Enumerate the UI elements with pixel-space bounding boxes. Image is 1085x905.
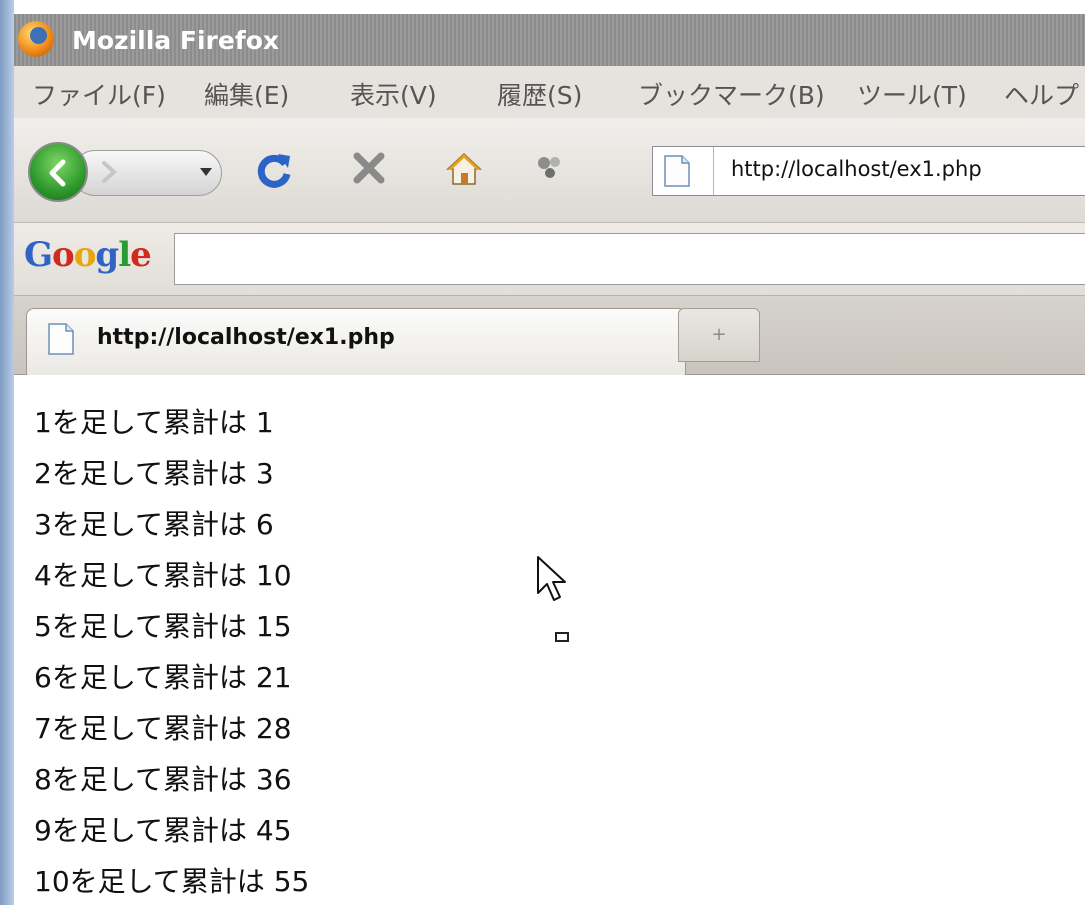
desktop-edge (0, 0, 14, 905)
output-line: 7を足して累計は 28 (34, 712, 292, 745)
window-title: Mozilla Firefox (72, 26, 279, 55)
cursor-tooltip-box (555, 632, 569, 642)
back-button[interactable] (28, 142, 88, 202)
output-line: 2を足して累計は 3 (34, 457, 274, 490)
output-line: 6を足して累計は 21 (34, 661, 292, 694)
new-tab-button[interactable]: + (678, 308, 760, 362)
menu-bookmarks[interactable]: ブックマーク(B) (638, 76, 825, 112)
browser-window: Mozilla Firefox ファイル(F) 編集(E) 表示(V) 履歴(S… (0, 0, 1085, 905)
tab-page-icon (48, 323, 74, 355)
output-lines: 1を足して累計は 1 2を足して累計は 3 3を足して累計は 6 4を足して累計… (34, 397, 309, 905)
output-line: 9を足して累計は 45 (34, 814, 292, 847)
page-icon (664, 155, 690, 187)
output-line: 10を足して累計は 55 (34, 865, 310, 898)
url-text[interactable]: http://localhost/ex1.php (731, 157, 982, 181)
menu-tools[interactable]: ツール(T) (857, 76, 967, 112)
firefox-logo-icon (18, 21, 54, 57)
home-icon[interactable] (444, 149, 484, 189)
stop-icon[interactable] (349, 148, 389, 188)
tab-bar: http://localhost/ex1.php + (14, 296, 1085, 375)
menu-history[interactable]: 履歴(S) (497, 76, 582, 112)
google-toolbar: Google (14, 223, 1085, 296)
reload-icon[interactable] (254, 150, 294, 190)
output-line: 3を足して累計は 6 (34, 508, 274, 541)
output-line: 4を足して累計は 10 (34, 559, 292, 592)
history-dropdown-icon[interactable] (200, 168, 212, 176)
back-icon (49, 159, 66, 187)
title-bar: Mozilla Firefox (14, 14, 1085, 66)
output-line: 1を足して累計は 1 (34, 406, 274, 439)
tab-title: http://localhost/ex1.php (97, 325, 395, 350)
page-content: 1を足して累計は 1 2を足して累計は 3 3を足して累計は 6 4を足して累計… (14, 375, 1085, 905)
menu-bar: ファイル(F) 編集(E) 表示(V) 履歴(S) ブックマーク(B) ツール(… (14, 66, 1085, 119)
menu-view[interactable]: 表示(V) (350, 76, 437, 112)
addon-icon[interactable] (534, 152, 566, 184)
google-search-input[interactable] (174, 233, 1085, 285)
output-line: 8を足して累計は 36 (34, 763, 292, 796)
menu-help[interactable]: ヘルプ (1004, 76, 1079, 112)
google-logo[interactable]: Google (24, 235, 152, 275)
url-separator (713, 147, 714, 195)
navigation-toolbar: http://localhost/ex1.php (14, 118, 1085, 223)
forward-icon (102, 161, 117, 183)
url-bar[interactable]: http://localhost/ex1.php (652, 146, 1085, 196)
menu-edit[interactable]: 編集(E) (204, 76, 289, 112)
output-line: 5を足して累計は 15 (34, 610, 292, 643)
menu-file[interactable]: ファイル(F) (32, 76, 166, 112)
tab-active[interactable]: http://localhost/ex1.php (26, 308, 686, 375)
mouse-cursor-icon (537, 556, 566, 601)
